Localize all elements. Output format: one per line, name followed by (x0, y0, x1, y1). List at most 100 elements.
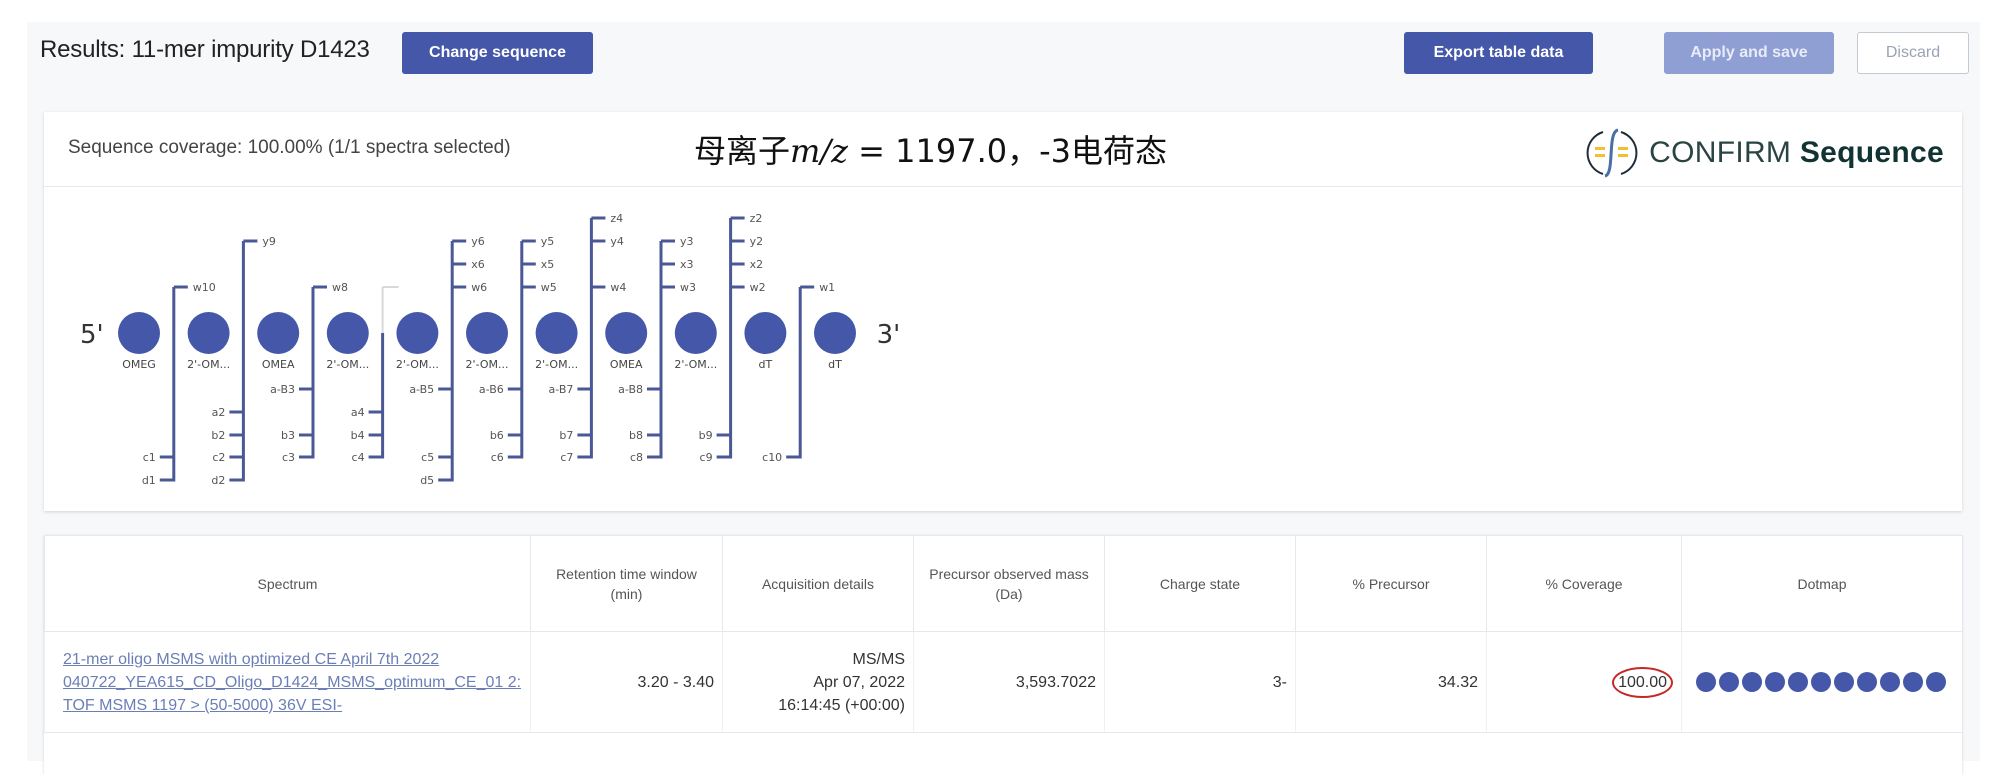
fragment-label: b2 (211, 429, 225, 442)
table-header-row: Spectrum Retention time window (min) Acq… (44, 535, 1963, 632)
nucleotide-label: 2'-OM... (535, 358, 578, 371)
acquisition-type: MS/MS (852, 650, 905, 668)
fragment-label: a-B3 (270, 383, 295, 396)
precursor-pct-cell: 34.32 (1295, 631, 1487, 733)
nucleotide-label: 2'-OM... (326, 358, 369, 371)
fragment-label: x3 (680, 258, 694, 271)
nucleotide-label: 2'-OM... (674, 358, 717, 371)
fragment-label: c1 (143, 451, 156, 464)
spectrum-link[interactable]: 21-mer oligo MSMS with optimized CE Apri… (63, 651, 521, 714)
fragment-label: w1 (819, 281, 835, 294)
nucleotide-circle (326, 312, 369, 354)
fragment-label: w10 (193, 281, 216, 294)
column-header-precursor-pct[interactable]: % Precursor (1295, 535, 1487, 632)
dotmap-dot (1788, 672, 1808, 692)
spectrum-cell: 21-mer oligo MSMS with optimized CE Apri… (44, 631, 531, 733)
fragment-label: a-B8 (618, 383, 643, 396)
change-sequence-button[interactable]: Change sequence (402, 32, 593, 74)
logo-text: CONFIRM Sequence (1649, 136, 1944, 170)
fragment-label: d5 (420, 474, 434, 487)
fragment-label: y9 (262, 235, 276, 248)
nucleotide-circle (814, 312, 856, 354)
nucleotide-circle (257, 312, 300, 354)
fragment-label: d2 (211, 474, 225, 487)
nucleotide-circle (187, 312, 230, 354)
fragment-label: c10 (762, 451, 782, 464)
sequence-diagram-svg: 5' OMEG 2'-OM... OMEA 2'-OM... 2'-OM... 2'-OM.… (80, 212, 901, 487)
dotmap-dot (1719, 672, 1739, 692)
nucleotide-label: OMEA (610, 358, 643, 371)
dotmap-dot (1857, 672, 1877, 692)
three-prime-label: 3' (877, 320, 901, 350)
nucleotide-circle (466, 312, 508, 354)
fragment-label: c8 (630, 451, 643, 464)
precursor-mass-cell: 3,593.7022 (913, 631, 1105, 733)
dotmap-dot (1742, 672, 1762, 692)
fragment-label: x6 (471, 258, 485, 271)
logo-text-light: CONFIRM (1649, 136, 1792, 169)
fragment-label: c6 (491, 451, 504, 464)
nucleotide-label: dT (759, 358, 773, 371)
fragment-label: d1 (142, 474, 156, 487)
fragment-label: a2 (212, 406, 226, 419)
five-prime-label: 5' (80, 320, 104, 350)
annotation-suffix: = 1197.0，-3电荷态 (848, 132, 1168, 170)
fragment-label: w3 (680, 281, 696, 294)
fragment-label: b4 (351, 429, 365, 442)
acquisition-date: Apr 07, 2022 (813, 673, 905, 691)
dotmap-dot (1903, 672, 1923, 692)
coverage-pct-cell: 100.00 (1486, 631, 1682, 733)
column-header-coverage-pct[interactable]: % Coverage (1486, 535, 1682, 632)
retention-cell: 3.20 - 3.40 (530, 631, 723, 733)
annotation-prefix: 母离子 (694, 132, 791, 170)
nucleotide-circle (744, 312, 787, 354)
column-header-acquisition-details[interactable]: Acquisition details (722, 535, 914, 632)
dotmap[interactable] (1690, 672, 1955, 692)
fragment-label: a-B5 (409, 383, 434, 396)
nucleotide-circle (605, 312, 648, 354)
fragment-label: y6 (471, 235, 485, 248)
fragment-label: a4 (351, 406, 365, 419)
fragment-label: b6 (490, 429, 504, 442)
fragment-label: c2 (212, 451, 225, 464)
fragment-label: w4 (610, 281, 626, 294)
column-header-dotmap[interactable]: Dotmap (1681, 535, 1963, 632)
fragment-label: c3 (282, 451, 295, 464)
dotmap-dot (1696, 672, 1716, 692)
sequence-coverage-label: Sequence coverage: 100.00% (1/1 spectra … (68, 137, 511, 158)
fragment-label: b7 (559, 429, 573, 442)
acquisition-time: 16:14:45 (+00:00) (778, 696, 905, 714)
nucleotide-label: 2'-OM... (187, 358, 230, 371)
logo-text-bold: Sequence (1799, 136, 1944, 169)
fragment-label: a-B7 (549, 383, 574, 396)
confirm-sequence-logo: CONFIRM Sequence (1585, 126, 1944, 180)
confirm-sequence-logo-icon (1586, 128, 1638, 178)
acquisition-cell: MS/MS Apr 07, 2022 16:14:45 (+00:00) (722, 631, 914, 733)
table-row: 21-mer oligo MSMS with optimized CE Apri… (44, 631, 1963, 733)
fragment-label: b9 (699, 429, 713, 442)
fragment-label: a-B6 (479, 383, 504, 396)
dotmap-dot (1811, 672, 1831, 692)
column-header-charge-state[interactable]: Charge state (1104, 535, 1296, 632)
dotmap-cell (1681, 631, 1963, 733)
fragment-label: y5 (541, 235, 555, 248)
fragment-label: c5 (421, 451, 434, 464)
discard-button[interactable]: Discard (1857, 32, 1969, 74)
fragment-label: y3 (680, 235, 694, 248)
sequence-coverage-card: Sequence coverage: 100.00% (1/1 spectra … (44, 112, 1962, 511)
apply-and-save-button[interactable]: Apply and save (1664, 32, 1834, 74)
nucleotide-label: 2'-OM... (466, 358, 509, 371)
fragment-label: x2 (750, 258, 764, 271)
column-header-retention-time[interactable]: Retention time window (min) (530, 535, 723, 632)
nucleotide-circle (396, 312, 439, 354)
export-table-data-button[interactable]: Export table data (1404, 32, 1593, 74)
fragment-label: y4 (610, 235, 624, 248)
column-header-precursor-mass[interactable]: Precursor observed mass (Da) (913, 535, 1105, 632)
annotation-mz: m/z (790, 132, 848, 170)
spectra-table-card: Spectrum Retention time window (min) Acq… (44, 535, 1963, 775)
fragment-label: c4 (352, 451, 365, 464)
column-header-spectrum[interactable]: Spectrum (44, 535, 531, 632)
fragment-label: w5 (541, 281, 557, 294)
fragment-label: w2 (750, 281, 766, 294)
dotmap-dot (1926, 672, 1946, 692)
